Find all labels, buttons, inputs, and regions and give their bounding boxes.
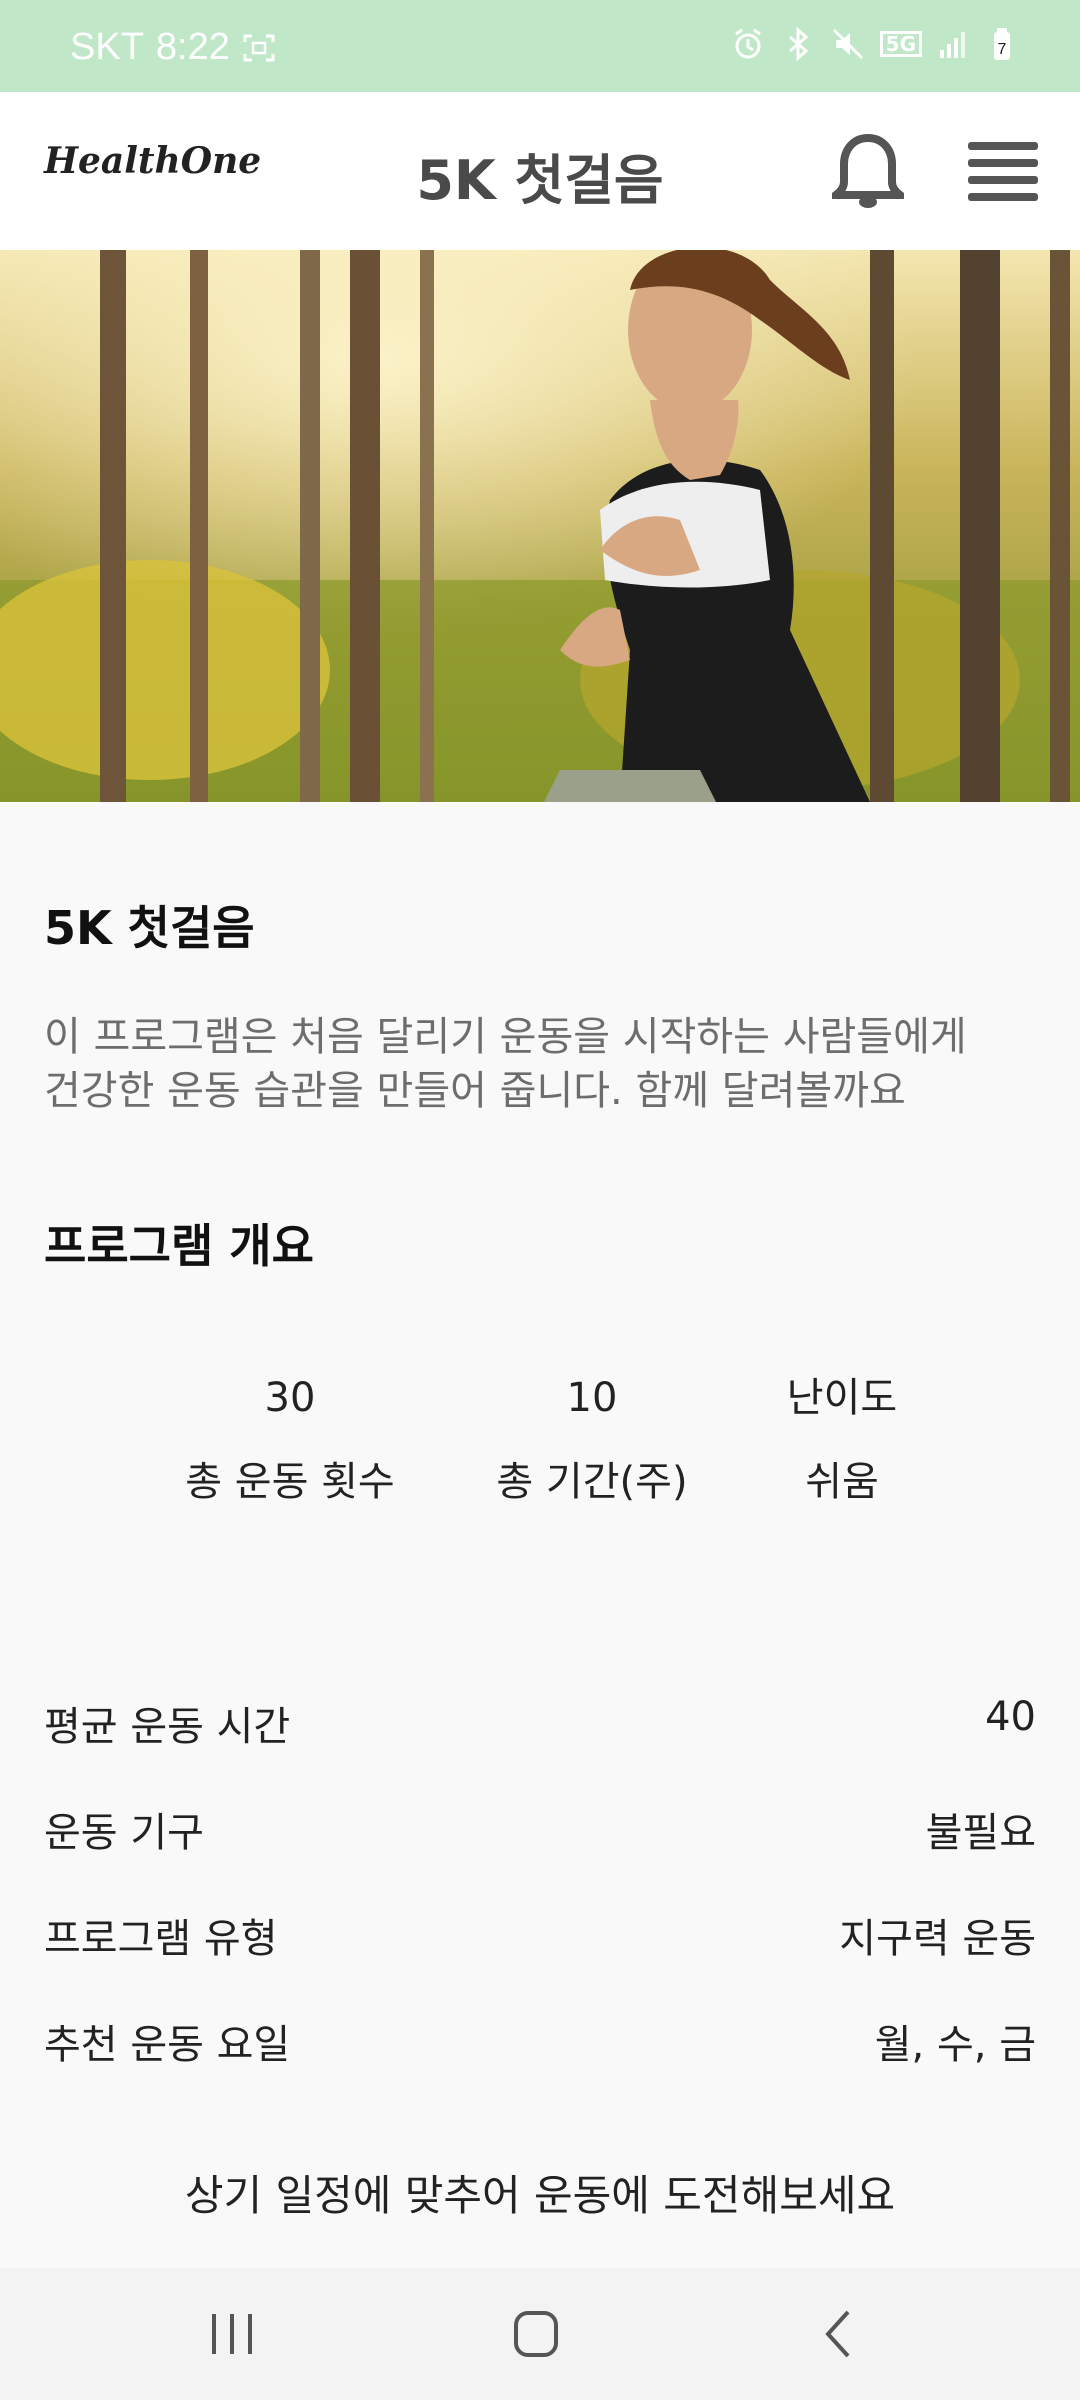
battery-icon: 7 <box>994 28 1010 60</box>
detail-row-program-type: 프로그램 유형 지구력 운동 <box>44 1906 1036 1966</box>
stat-difficulty: 난이도 쉬움 <box>722 1368 962 1512</box>
detail-key: 운동 기구 <box>44 1810 204 1856</box>
program-description-line: 건강한 운동 습관을 만들어 줍니다. 함께 달려볼까요 <box>44 1068 906 1114</box>
network-type-badge: 5G <box>879 31 922 57</box>
bell-icon[interactable] <box>832 132 904 210</box>
status-bar: SKT 8:22 5G 7 <box>0 0 1080 92</box>
stat-value: 10 <box>566 1375 618 1421</box>
detail-key: 평균 운동 시간 <box>44 1704 291 1750</box>
clock: 8:22 <box>155 26 230 68</box>
recents-icon[interactable] <box>192 2304 272 2364</box>
program-title: 5K 첫걸음 <box>44 901 255 955</box>
program-description-line: 이 프로그램은 처음 달리기 운동을 시작하는 사람들에게 <box>44 1014 967 1060</box>
status-right: 5G 7 <box>730 26 1022 62</box>
signal-icon <box>940 32 965 58</box>
page-title: 5K 첫걸음 <box>416 149 664 212</box>
detail-key: 프로그램 유형 <box>44 1916 278 1962</box>
detail-value: 불필요 <box>925 1810 1036 1856</box>
hero-image <box>0 250 1080 802</box>
detail-key: 추천 운동 요일 <box>44 2022 291 2068</box>
stat-value: 30 <box>264 1375 316 1421</box>
detail-row-equipment: 운동 기구 불필요 <box>44 1800 1036 1860</box>
back-icon[interactable] <box>800 2304 880 2364</box>
app-header: HealthOne 5K 첫걸음 <box>0 92 1080 250</box>
mute-icon <box>832 28 863 60</box>
detail-value: 월, 수, 금 <box>874 2022 1036 2068</box>
hamburger-menu-icon[interactable] <box>968 142 1038 201</box>
alarm-icon <box>734 28 761 59</box>
detail-row-recommended-days: 추천 운동 요일 월, 수, 금 <box>44 2012 1036 2072</box>
bluetooth-icon <box>788 26 808 62</box>
stat-total-sessions: 30 총 운동 횟수 <box>160 1368 420 1512</box>
status-left: SKT 8:22 <box>70 26 276 69</box>
runner-photo <box>0 250 1080 802</box>
detail-row-avg-time: 평균 운동 시간 40 <box>44 1694 1036 1754</box>
challenge-message: 상기 일정에 맞추어 운동에 도전해보세요 <box>184 2171 896 2220</box>
detail-value: 지구력 운동 <box>839 1916 1036 1962</box>
detail-value: 40 <box>985 1694 1036 1740</box>
carrier-label: SKT <box>70 26 144 68</box>
home-icon[interactable] <box>496 2304 576 2364</box>
screenshot-icon <box>243 34 275 61</box>
stat-total-weeks: 10 총 기간(주) <box>462 1368 722 1512</box>
stat-label: 쉬움 <box>805 1459 879 1505</box>
stat-value: 난이도 <box>786 1375 898 1421</box>
stat-label: 총 기간(주) <box>496 1459 688 1505</box>
program-description: 이 프로그램은 처음 달리기 운동을 시작하는 사람들에게 건강한 운동 습관을… <box>44 1010 1044 1118</box>
overview-heading: 프로그램 개요 <box>44 1219 314 1273</box>
system-nav-bar <box>0 2268 1080 2400</box>
stat-label: 총 운동 횟수 <box>185 1459 395 1505</box>
battery-level: 7 <box>998 41 1007 58</box>
